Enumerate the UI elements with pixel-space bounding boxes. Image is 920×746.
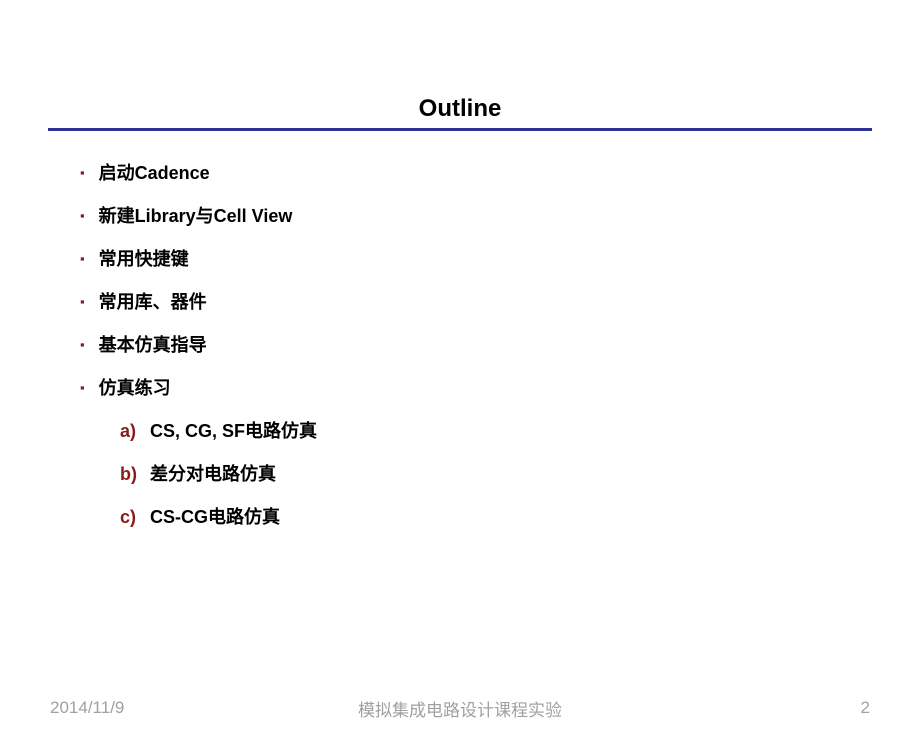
sub-item: c) CS-CG电路仿真 bbox=[120, 503, 920, 529]
bullet-icon: ▪ bbox=[80, 337, 85, 352]
bullet-text: 新建Library与Cell View bbox=[99, 202, 293, 228]
title-underline bbox=[48, 128, 872, 131]
bullet-item: ▪ 常用库、器件 bbox=[80, 288, 920, 314]
slide-title: Outline bbox=[0, 95, 920, 123]
bullet-icon: ▪ bbox=[80, 251, 85, 266]
sub-text: CS-CG电路仿真 bbox=[150, 503, 280, 529]
bullet-icon: ▪ bbox=[80, 380, 85, 395]
content-area: ▪ 启动Cadence ▪ 新建Library与Cell View ▪ 常用快捷… bbox=[80, 159, 920, 529]
sub-text: CS, CG, SF电路仿真 bbox=[150, 417, 317, 443]
bullet-text: 常用库、器件 bbox=[99, 288, 207, 314]
bullet-icon: ▪ bbox=[80, 294, 85, 309]
sub-letter: c) bbox=[120, 507, 142, 528]
bullet-text: 仿真练习 bbox=[99, 374, 171, 400]
bullet-text: 基本仿真指导 bbox=[99, 331, 207, 357]
footer-center: 模拟集成电路设计课程实验 bbox=[358, 696, 562, 721]
bullet-text: 启动Cadence bbox=[99, 159, 210, 185]
sub-text: 差分对电路仿真 bbox=[150, 460, 276, 486]
bullet-item: ▪ 仿真练习 bbox=[80, 374, 920, 400]
bullet-item: ▪ 常用快捷键 bbox=[80, 245, 920, 271]
sub-letter: b) bbox=[120, 464, 142, 485]
footer: 2014/11/9 模拟集成电路设计课程实验 2 bbox=[0, 698, 920, 718]
bullet-text: 常用快捷键 bbox=[99, 245, 189, 271]
bullet-item: ▪ 启动Cadence bbox=[80, 159, 920, 185]
bullet-item: ▪ 新建Library与Cell View bbox=[80, 202, 920, 228]
bullet-item: ▪ 基本仿真指导 bbox=[80, 331, 920, 357]
sub-item: a) CS, CG, SF电路仿真 bbox=[120, 417, 920, 443]
bullet-icon: ▪ bbox=[80, 165, 85, 180]
sub-item: b) 差分对电路仿真 bbox=[120, 460, 920, 486]
footer-date: 2014/11/9 bbox=[50, 698, 124, 718]
sub-letter: a) bbox=[120, 421, 142, 442]
bullet-icon: ▪ bbox=[80, 208, 85, 223]
sub-list: a) CS, CG, SF电路仿真 b) 差分对电路仿真 c) CS-CG电路仿… bbox=[120, 417, 920, 529]
footer-page: 2 bbox=[861, 698, 870, 718]
